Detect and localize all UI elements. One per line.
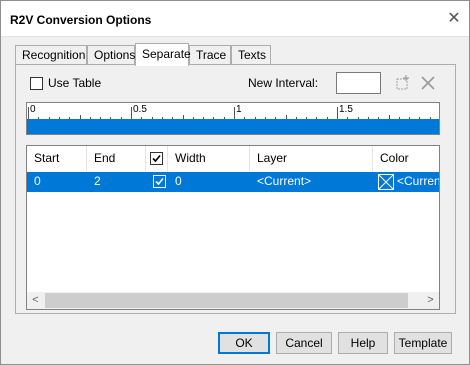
template-button[interactable]: Template xyxy=(394,332,452,354)
cell-color[interactable]: <Current xyxy=(393,172,439,192)
column-width[interactable]: Width xyxy=(168,146,250,171)
scroll-right-icon[interactable]: > xyxy=(422,292,439,309)
dialog-title: R2V Conversion Options xyxy=(10,13,152,27)
use-table-label: Use Table xyxy=(48,76,102,90)
cell-layer[interactable]: <Current> xyxy=(250,172,373,192)
close-icon[interactable]: ✕ xyxy=(442,8,466,30)
column-color[interactable]: Color xyxy=(373,146,439,171)
tab-texts[interactable]: Texts xyxy=(231,45,271,65)
tab-separate[interactable]: Separate xyxy=(135,43,191,66)
tab-options[interactable]: Options xyxy=(87,45,135,65)
scroll-thumb[interactable] xyxy=(45,293,408,308)
interval-table: Start End Width Layer Color 0 2 0 <Curre… xyxy=(26,145,440,310)
color-swatch-icon[interactable] xyxy=(378,174,394,190)
title-bar: R2V Conversion Options ✕ xyxy=(1,1,469,37)
column-end[interactable]: End xyxy=(87,146,146,171)
separate-panel: Use Table New Interval: 0 0.5 1 1.5 Star… xyxy=(15,64,456,314)
header-check-icon[interactable] xyxy=(150,152,163,165)
dialog-window: R2V Conversion Options ✕ Recognition Opt… xyxy=(0,0,470,365)
scroll-left-icon[interactable]: < xyxy=(27,292,44,309)
help-button[interactable]: Help xyxy=(338,332,388,354)
column-check[interactable] xyxy=(146,146,168,171)
column-start[interactable]: Start xyxy=(27,146,87,171)
cell-start[interactable]: 0 xyxy=(27,172,87,192)
cancel-button[interactable]: Cancel xyxy=(276,332,332,354)
new-interval-input[interactable] xyxy=(336,72,381,94)
cell-end[interactable]: 2 xyxy=(87,172,146,192)
tab-trace[interactable]: Trace xyxy=(189,45,231,65)
use-table-checkbox[interactable] xyxy=(30,77,43,90)
horizontal-scrollbar[interactable]: < > xyxy=(27,292,439,309)
row-check-icon[interactable] xyxy=(153,175,166,188)
new-interval-label: New Interval: xyxy=(248,76,319,90)
table-header: Start End Width Layer Color xyxy=(27,146,439,171)
cell-width[interactable]: 0 xyxy=(168,172,250,192)
interval-controls: Use Table New Interval: xyxy=(26,71,446,97)
interval-ruler[interactable]: 0 0.5 1 1.5 xyxy=(26,102,440,135)
table-row[interactable]: 0 2 0 <Current> <Current xyxy=(27,172,439,192)
ok-button[interactable]: OK xyxy=(218,332,270,354)
interval-bar[interactable] xyxy=(27,119,439,134)
column-layer[interactable]: Layer xyxy=(250,146,373,171)
delete-interval-icon[interactable] xyxy=(417,72,439,94)
tab-recognition[interactable]: Recognition xyxy=(15,45,87,65)
add-interval-icon[interactable] xyxy=(392,72,414,94)
